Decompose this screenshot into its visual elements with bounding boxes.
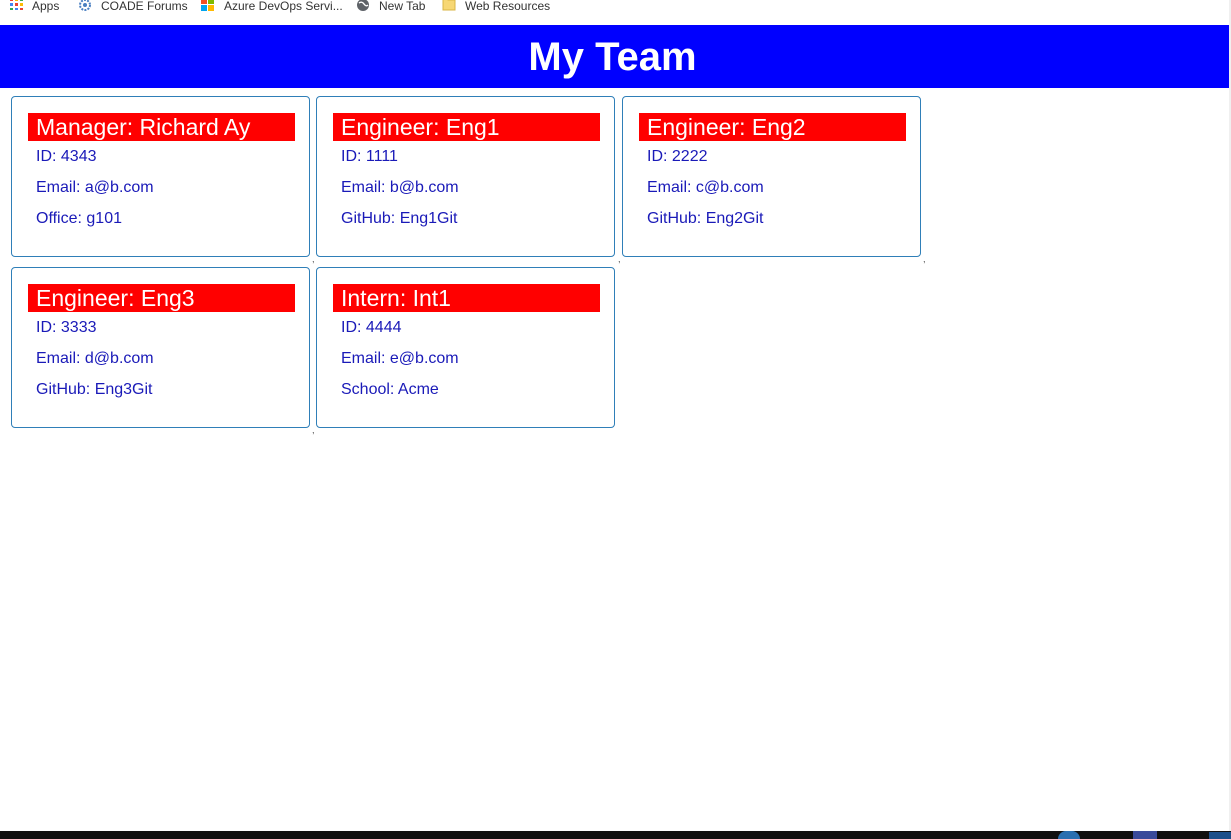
page-title: My Team xyxy=(528,35,697,79)
bookmark-apps[interactable]: Apps xyxy=(10,0,60,13)
employee-card-intern: Intern: Int1 ID: 4444 Email: e@b.com Sch… xyxy=(316,267,615,428)
employee-card-engineer: Engineer: Eng3 ID: 3333 Email: d@b.com G… xyxy=(11,267,310,428)
employee-card-engineer: Engineer: Eng2 ID: 2222 Email: c@b.com G… xyxy=(622,96,921,257)
bookmarks-bar: Apps COADE Forums Azure DevOps Servi... xyxy=(0,0,1231,25)
separator-comma: , xyxy=(312,425,315,435)
bookmark-label: COADE Forums xyxy=(101,0,188,13)
bookmark-coade-forums[interactable]: COADE Forums xyxy=(77,0,188,14)
employee-card-engineer: Engineer: Eng1 ID: 1111 Email: b@b.com G… xyxy=(316,96,615,257)
card-id: ID: 4444 xyxy=(341,319,402,336)
taskbar-app-icon[interactable] xyxy=(1058,831,1080,839)
employee-card-manager: Manager: Richard Ay ID: 4343 Email: a@b.… xyxy=(11,96,310,257)
separator-comma: , xyxy=(923,254,926,264)
card-title: Intern: Int1 xyxy=(333,284,600,312)
bookmark-new-tab[interactable]: New Tab xyxy=(356,0,426,14)
card-id: ID: 4343 xyxy=(36,148,97,165)
card-github: GitHub: Eng2Git xyxy=(647,210,764,227)
card-github: GitHub: Eng1Git xyxy=(341,210,458,227)
separator-comma: , xyxy=(312,254,315,264)
card-office: Office: g101 xyxy=(36,210,122,227)
card-title: Engineer: Eng2 xyxy=(639,113,906,141)
card-email: Email: b@b.com xyxy=(341,179,459,196)
bookmark-azure-devops[interactable]: Azure DevOps Servi... xyxy=(201,0,343,14)
card-id: ID: 2222 xyxy=(647,148,708,165)
bookmark-web-resources[interactable]: Web Resources xyxy=(442,0,551,14)
apps-grid-icon xyxy=(10,0,24,13)
card-title: Engineer: Eng1 xyxy=(333,113,600,141)
taskbar-app-icon[interactable] xyxy=(1133,831,1157,839)
gear-icon xyxy=(77,0,93,14)
bookmark-label: Apps xyxy=(32,0,60,13)
bookmark-label: Azure DevOps Servi... xyxy=(224,0,343,13)
bookmark-label: New Tab xyxy=(379,0,426,13)
card-email: Email: e@b.com xyxy=(341,350,459,367)
windows-logo-icon xyxy=(201,0,216,14)
separator-comma: , xyxy=(618,254,621,264)
taskbar-app-icon[interactable] xyxy=(1209,832,1231,839)
folder-icon xyxy=(442,0,457,14)
card-email: Email: a@b.com xyxy=(36,179,154,196)
card-title: Engineer: Eng3 xyxy=(28,284,295,312)
bookmark-label: Web Resources xyxy=(465,0,551,13)
taskbar xyxy=(0,831,1231,839)
card-title: Manager: Richard Ay xyxy=(28,113,295,141)
globe-icon xyxy=(356,0,371,14)
card-email: Email: c@b.com xyxy=(647,179,764,196)
card-school: School: Acme xyxy=(341,381,439,398)
card-id: ID: 3333 xyxy=(36,319,97,336)
page-header: My Team xyxy=(0,25,1231,88)
card-github: GitHub: Eng3Git xyxy=(36,381,153,398)
card-email: Email: d@b.com xyxy=(36,350,154,367)
card-id: ID: 1111 xyxy=(341,148,398,165)
